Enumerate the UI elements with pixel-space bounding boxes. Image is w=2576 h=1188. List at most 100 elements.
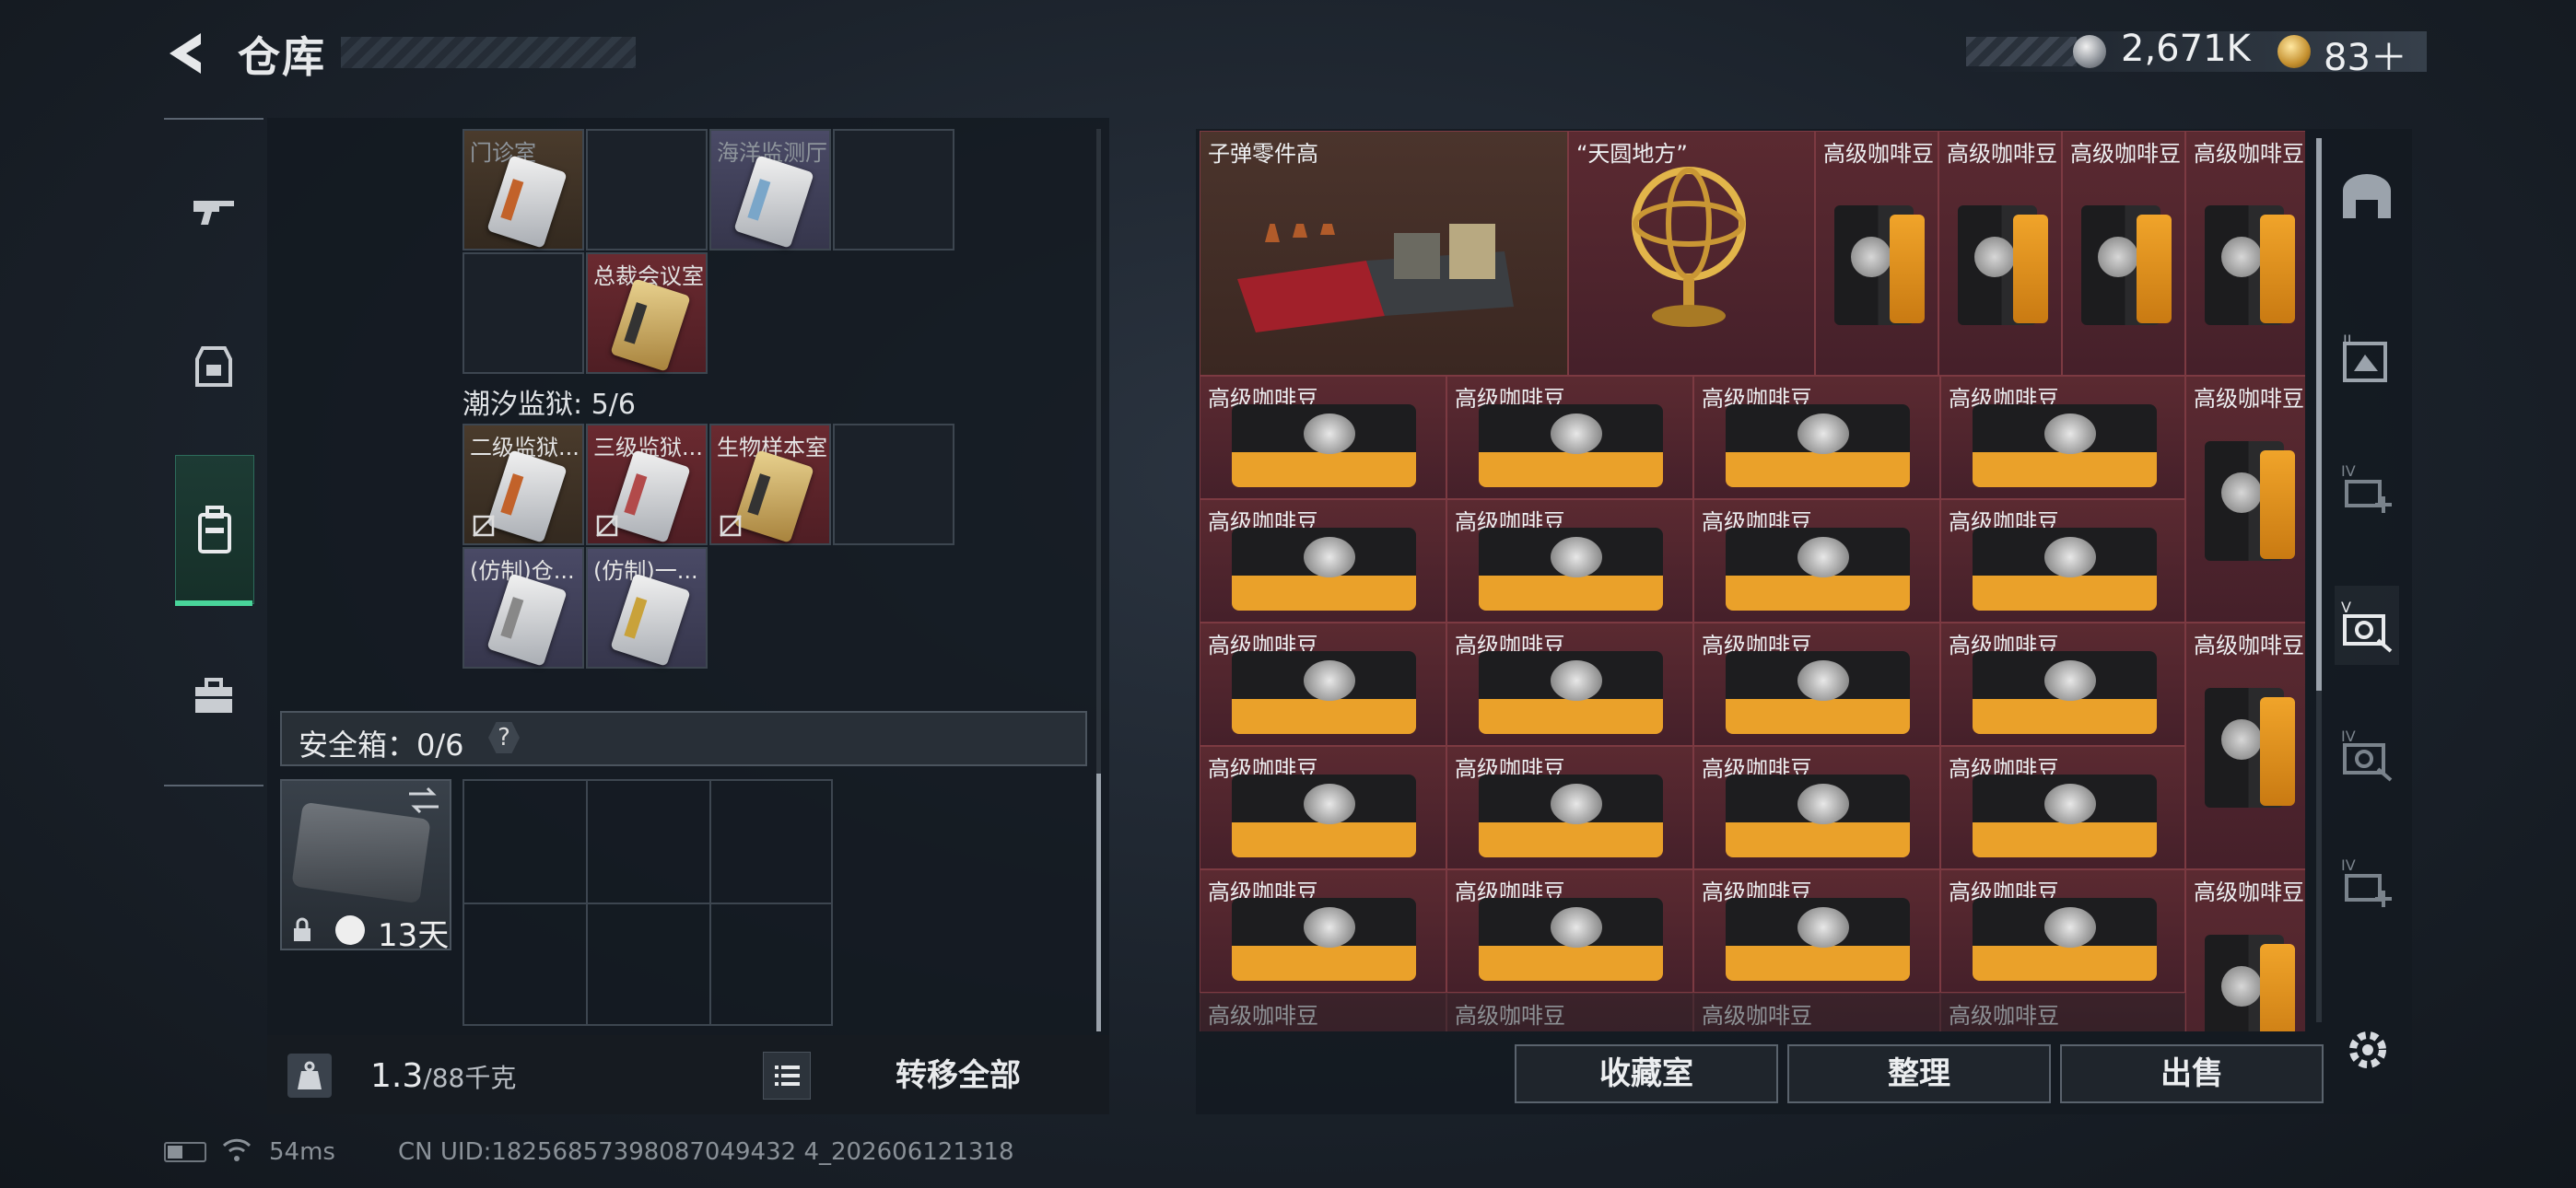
storage-tab-4-add[interactable]: IV (2335, 457, 2399, 521)
tab-toolbox[interactable] (175, 623, 252, 770)
storage-item-coffee[interactable]: 高级咖啡豆 (1940, 376, 2185, 499)
item-label: 子弹零件高 (1208, 141, 1318, 167)
storage-item-coffee[interactable]: 高级咖啡豆 (1940, 869, 2185, 993)
tab-equipment[interactable] (175, 293, 252, 440)
key-card-slot[interactable]: (仿制)仓... (463, 547, 584, 669)
key-card-slot[interactable]: 门诊室 (463, 129, 584, 250)
gun-icon (193, 201, 234, 225)
key-card-icon (486, 155, 568, 249)
storage-camera-icon: IV (2341, 728, 2393, 782)
silver-amount[interactable]: 2,671K (2121, 28, 2251, 70)
storage-item-coffee[interactable]: 高级咖啡豆 (2185, 131, 2305, 376)
svg-text:IV: IV (2341, 728, 2356, 745)
battery-level (168, 1146, 182, 1159)
key-card-slot[interactable]: 总裁会议室 (586, 252, 708, 374)
storage-item-coffee[interactable]: 高级咖啡豆 (1693, 376, 1940, 499)
storage-item-coffee[interactable]: 高级咖啡豆 (2185, 376, 2305, 623)
storage-item-coffee[interactable]: 高级咖啡豆 (1200, 376, 1446, 499)
gear-icon[interactable] (2342, 1024, 2394, 1076)
left-scrollbar-thumb[interactable] (1096, 774, 1101, 1031)
storage-item-coffee[interactable]: 高级咖啡豆 (1446, 623, 1693, 746)
sort-button[interactable]: 整理 (1787, 1044, 2051, 1103)
key-card-icon (733, 449, 814, 543)
ammo-crate-icon (1237, 224, 1514, 332)
storage-item-coffee[interactable]: 高级咖啡豆 (2062, 131, 2185, 376)
coffee-bag-icon (1973, 404, 2157, 487)
storage-item-armillary-sphere[interactable]: “天圆地方” (1568, 131, 1815, 376)
storage-item-coffee[interactable]: 高级咖啡豆 (1693, 623, 1940, 746)
storage-tab-4-add-2[interactable]: IV (2335, 851, 2399, 915)
coffee-bag-icon (1973, 775, 2157, 857)
key-card-slot[interactable]: 海洋监测厅 (709, 129, 831, 250)
empty-slot[interactable] (833, 129, 954, 250)
storage-item-coffee[interactable]: 高级咖啡豆 (1446, 993, 1693, 1031)
storage-item-coffee[interactable]: 高级咖啡豆 (1693, 499, 1940, 623)
storage-item-coffee[interactable]: 高级咖啡豆 (1200, 993, 1446, 1031)
user-uid: CN UID:18256857398087049432 4_2026061213… (398, 1138, 1014, 1166)
storage-item-coffee[interactable]: 高级咖啡豆 (1940, 746, 2185, 869)
storage-item-ammo-parts[interactable]: 子弹零件高 (1200, 131, 1568, 376)
key-card-slot[interactable]: 三级监狱... (586, 424, 708, 545)
swap-icon[interactable] (405, 785, 442, 816)
storage-item-coffee[interactable]: 高级咖啡豆 (1940, 993, 2185, 1031)
storage-item-coffee[interactable]: 高级咖啡豆 (1200, 623, 1446, 746)
storage-item-coffee[interactable]: 高级咖啡豆 (1446, 746, 1693, 869)
carry-weight: 1.3/88千克 (370, 1057, 516, 1095)
back-arrow-icon[interactable] (162, 28, 208, 79)
storage-item-coffee[interactable]: 高级咖啡豆 (1815, 131, 1938, 376)
list-view-button[interactable] (763, 1052, 811, 1100)
storage-item-coffee[interactable]: 高级咖啡豆 (1940, 499, 2185, 623)
empty-slot[interactable] (833, 424, 954, 545)
storage-item-coffee[interactable]: 高级咖啡豆 (1940, 623, 2185, 746)
item-label: 高级咖啡豆 (1455, 1003, 1565, 1029)
storage-item-coffee[interactable]: 高级咖啡豆 (1693, 993, 1940, 1031)
storage-item-coffee[interactable]: 高级咖啡豆 (2185, 869, 2305, 1031)
coffee-bag-icon (1973, 528, 2157, 611)
armillary-sphere-icon (1632, 167, 1746, 327)
storage-item-coffee[interactable]: 高级咖啡豆 (2185, 623, 2305, 869)
empty-slot[interactable] (586, 129, 708, 250)
svg-text:IV: IV (2341, 856, 2356, 874)
storage-tab-5[interactable]: V (2335, 593, 2399, 658)
coffee-bag-icon (1232, 404, 1416, 487)
svg-text:II: II (2343, 332, 2351, 349)
storage-item-coffee[interactable]: 高级咖啡豆 (1938, 131, 2062, 376)
key-card-slot[interactable]: (仿制)一... (586, 547, 708, 669)
gold-amount[interactable]: 83＋ (2324, 28, 2407, 81)
svg-text:V: V (2341, 599, 2351, 616)
coffee-bag-icon (1834, 205, 1925, 325)
key-card-slot[interactable]: 生物样本室 (709, 424, 831, 545)
add-storage-icon: IV (2341, 856, 2392, 907)
key-card-slot[interactable]: 二级监狱... (463, 424, 584, 545)
storage-item-coffee[interactable]: 高级咖啡豆 (1693, 746, 1940, 869)
storage-tab-main[interactable] (2335, 166, 2399, 230)
storage-item-coffee[interactable]: 高级咖啡豆 (1693, 869, 1940, 993)
storage-item-coffee[interactable]: 高级咖啡豆 (1446, 499, 1693, 623)
warehouse-icon (2343, 174, 2391, 218)
coffee-bag-icon (1479, 651, 1663, 734)
storage-item-coffee[interactable]: 高级咖啡豆 (1200, 869, 1446, 993)
svg-text:IV: IV (2341, 462, 2356, 480)
empty-slot[interactable] (463, 252, 584, 374)
gold-coin-icon (2277, 35, 2311, 68)
item-label: 高级咖啡豆 (1208, 1003, 1318, 1029)
tab-backpack[interactable] (175, 455, 254, 604)
storage-item-coffee[interactable]: 高级咖啡豆 (1200, 746, 1446, 869)
coffee-bag-icon (1973, 651, 2157, 734)
secure-box-grid[interactable] (463, 779, 833, 1026)
item-label: 高级咖啡豆 (1947, 141, 2057, 167)
storage-item-coffee[interactable]: 高级咖啡豆 (1446, 869, 1693, 993)
storage-tab-2[interactable]: II (2335, 328, 2399, 392)
transfer-all-button[interactable]: 转移全部 (857, 1050, 1060, 1101)
item-label: 高级咖啡豆 (2070, 141, 2181, 167)
storage-item-coffee[interactable]: 高级咖啡豆 (1446, 376, 1693, 499)
right-scrollbar-thumb[interactable] (2316, 138, 2322, 691)
tab-weapons[interactable] (175, 136, 252, 284)
section-label: 潮汐监狱: 5/6 (463, 389, 636, 421)
sell-button[interactable]: 出售 (2060, 1044, 2324, 1103)
item-label: 高级咖啡豆 (2194, 879, 2304, 905)
collection-room-button[interactable]: 收藏室 (1515, 1044, 1778, 1103)
silver-coin-icon (2073, 35, 2106, 68)
storage-tab-4[interactable]: IV (2335, 722, 2399, 786)
storage-item-coffee[interactable]: 高级咖啡豆 (1200, 499, 1446, 623)
